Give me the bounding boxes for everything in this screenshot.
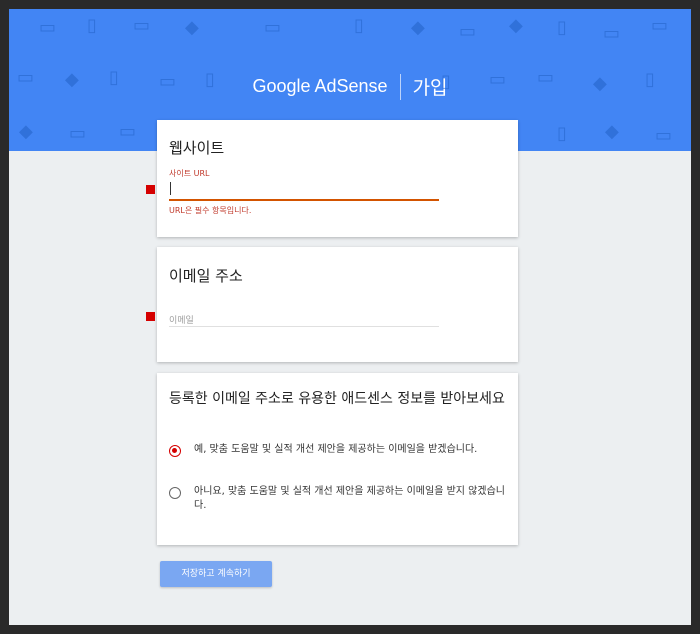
email-title: 이메일 주소	[169, 267, 243, 285]
text-cursor	[170, 182, 171, 195]
website-title: 웹사이트	[169, 139, 225, 157]
newsletter-title: 등록한 이메일 주소로 유용한 애드센스 정보를 받아보세요	[169, 391, 505, 407]
header-divider	[399, 73, 401, 100]
money-icon: ◆	[19, 121, 33, 142]
signup-page: ▭ ▯ ▭ ◆ ▭ ▯ ◆ ▭ ◆ ▯ ▭ ▭ ▭ ◆ ▯ ▭ ▯ ▯ ▭ ▭ …	[9, 9, 691, 625]
site-url-input[interactable]	[169, 199, 439, 201]
money-icon: ▭	[651, 15, 669, 36]
money-icon: ▭	[69, 123, 87, 144]
money-icon: ◆	[605, 121, 619, 142]
site-url-label: 사이트 URL	[169, 169, 210, 178]
money-icon: ▭	[459, 21, 477, 42]
money-icon: ▭	[133, 15, 151, 36]
money-icon: ◆	[411, 17, 425, 38]
money-icon: ▭	[264, 17, 282, 38]
money-icon: ▭	[603, 23, 621, 44]
option-no[interactable]: 아니요, 맞춤 도움말 및 실적 개선 제안을 제공하는 이메일을 받지 않겠습…	[169, 485, 509, 515]
radio-icon[interactable]	[169, 487, 181, 499]
money-icon: ▯	[354, 15, 364, 36]
option-yes[interactable]: 예, 맞춤 도움말 및 실적 개선 제안을 제공하는 이메일을 받겠습니다.	[169, 443, 509, 473]
money-icon: ◆	[185, 17, 199, 38]
email-input[interactable]: 이메일	[169, 313, 194, 326]
money-icon: ▯	[557, 123, 567, 144]
money-icon: ▯	[87, 15, 97, 36]
newsletter-card: 등록한 이메일 주소로 유용한 애드센스 정보를 받아보세요 예, 맞춤 도움말…	[157, 373, 518, 545]
option-yes-label: 예, 맞춤 도움말 및 실적 개선 제안을 제공하는 이메일을 받겠습니다.	[194, 444, 478, 455]
save-continue-button[interactable]: 저장하고 계속하기	[160, 561, 272, 587]
money-icon: ▭	[39, 17, 57, 38]
adsense-logo: Google AdSense	[252, 76, 388, 96]
page-title: 가입	[412, 77, 448, 99]
money-icon: ▯	[557, 17, 567, 38]
money-icon: ◆	[509, 15, 523, 36]
website-card: 웹사이트 사이트 URL URL은 필수 항목입니다.	[157, 120, 518, 237]
brand-header: Google AdSense 가입	[9, 73, 691, 103]
required-marker	[146, 312, 155, 321]
required-marker	[146, 185, 155, 194]
radio-icon[interactable]	[169, 445, 181, 457]
option-no-label: 아니요, 맞춤 도움말 및 실적 개선 제안을 제공하는 이메일을 받지 않겠습…	[194, 486, 505, 511]
email-input-underline	[169, 326, 439, 327]
email-card: 이메일 주소 이메일	[157, 247, 518, 362]
site-url-error: URL은 필수 항목입니다.	[169, 206, 252, 215]
money-icon: ▭	[119, 121, 137, 142]
money-icon: ▭	[655, 125, 673, 146]
